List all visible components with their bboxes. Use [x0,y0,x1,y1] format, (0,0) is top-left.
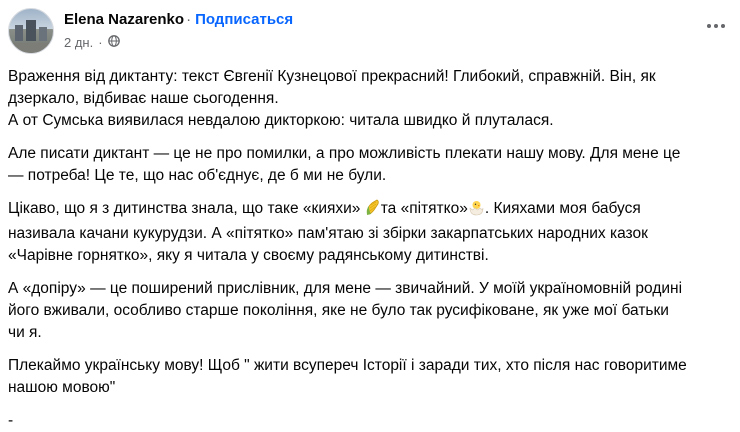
text-line: Плекаймо українську мову! Щоб " жити всу… [8,357,687,374]
follow-button[interactable]: Подписаться [195,11,293,28]
paragraph: Враження від диктанту: текст Євгенії Куз… [8,66,732,132]
post-time[interactable]: 2 дн. [64,35,93,50]
text-line: «Чарівне горнятко», яку я читала у своєм… [8,247,489,264]
more-options-icon[interactable] [704,18,728,34]
text-line: - [8,412,14,429]
text-line: А «допіру» — це поширений прислівник, дл… [8,280,683,297]
avatar[interactable] [8,8,54,54]
text-segment: . Кияхами моя бабуся [484,200,641,217]
author-name[interactable]: Elena Nazarenko [64,11,184,28]
post-meta: 2 дн. · [64,35,120,50]
paragraph: Але писати диктант — це не про помилки, … [8,143,732,187]
author-row: Elena Nazarenko · Подписаться [64,11,293,28]
paragraph: Плекаймо українську мову! Щоб " жити всу… [8,355,732,399]
text-line: його вживали, особливо старше покоління,… [8,302,669,319]
text-line: називала качани кукурудзи. А «пітятко» п… [8,225,648,242]
avatar-building [39,27,47,41]
paragraph: А «допіру» — це поширений прислівник, дл… [8,278,732,344]
post-body: Враження від диктанту: текст Євгенії Куз… [8,66,732,432]
meta-separator: · [98,35,103,50]
hatching-chick-emoji-icon [468,199,485,223]
text-line: чи я. [8,324,42,341]
text-line: Враження від диктанту: текст Євгенії Куз… [8,68,656,85]
text-line: Але писати диктант — це не про помилки, … [8,145,681,162]
corn-emoji-icon [365,199,381,223]
text-line: А от Сумська виявилася невдалою дикторко… [8,112,554,129]
text-line: дзеркало, відбиває наше сьогодення. [8,90,279,107]
post-header: Elena Nazarenko · Подписаться 2 дн. · [8,8,740,60]
globe-icon [107,35,120,50]
text-segment: та «пітятко» [380,200,468,217]
paragraph: Цікаво, що я з дитинства знала, що таке … [8,198,732,267]
avatar-road [9,43,53,53]
avatar-building [15,25,23,41]
text-segment: Цікаво, що я з дитинства знала, що таке … [8,200,365,217]
name-separator: · [186,11,192,28]
text-line: — потреба! Це те, що нас об'єднує, де б … [8,167,387,184]
avatar-building [26,20,36,41]
paragraph: - [8,410,732,432]
text-line: нашою мовою" [8,379,116,396]
